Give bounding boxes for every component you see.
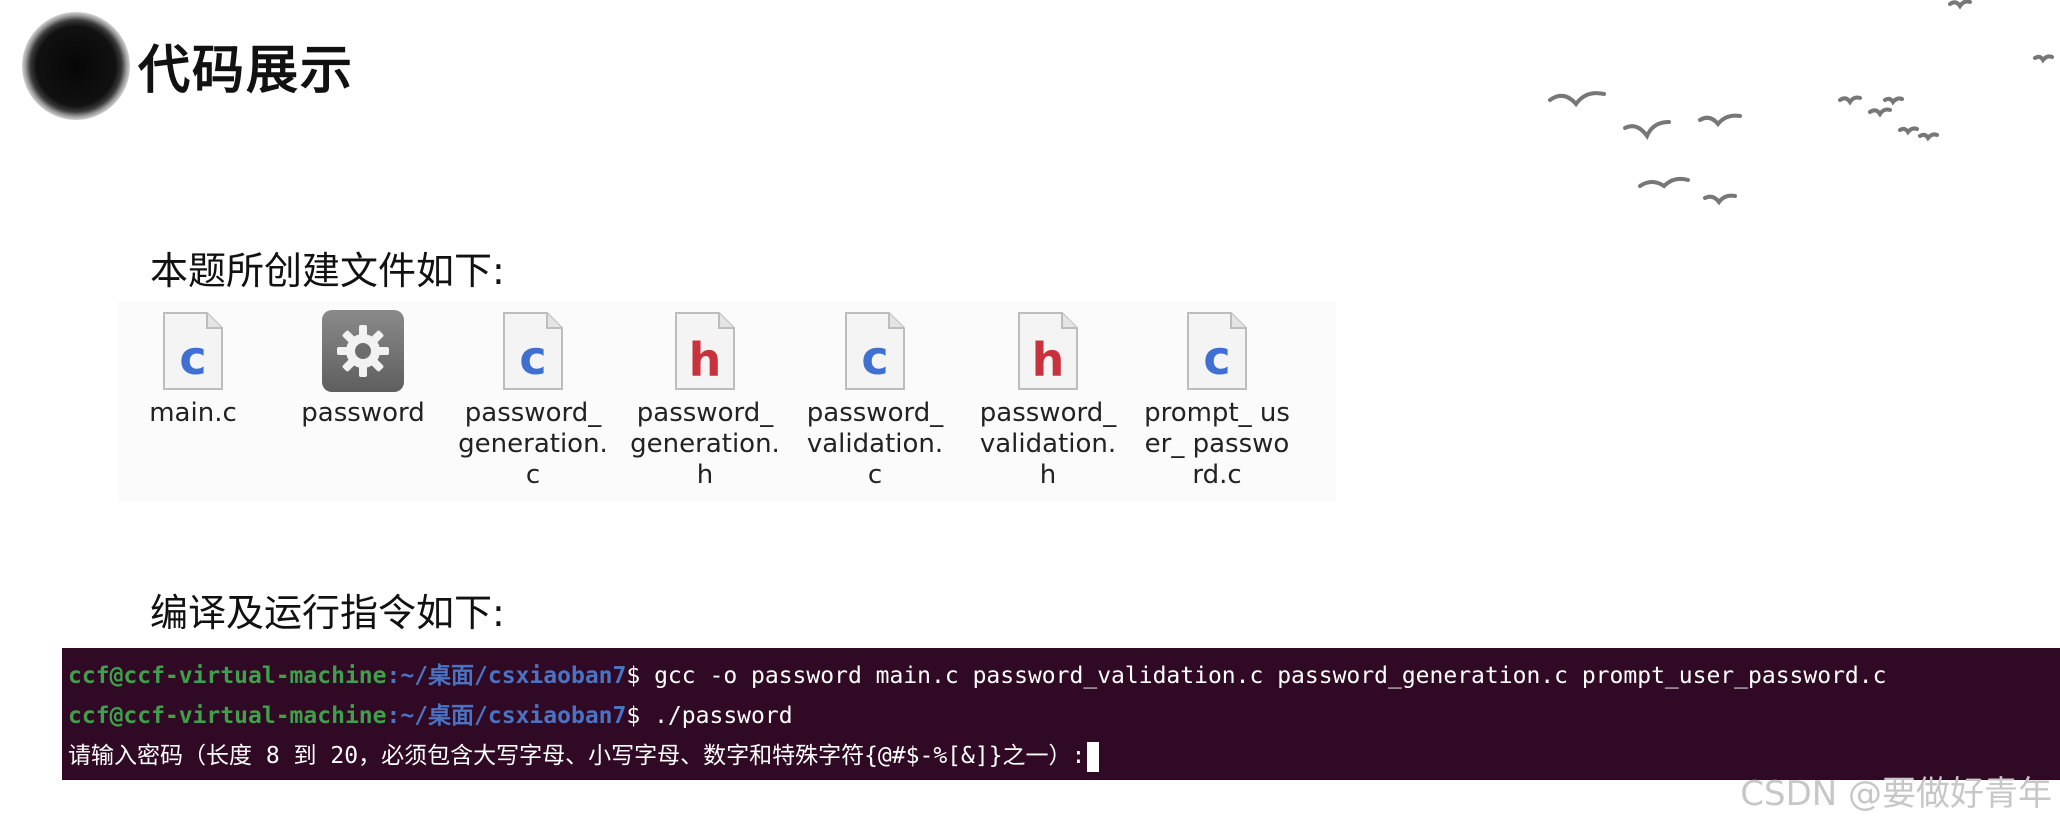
c-file-icon: c	[501, 310, 565, 392]
file-name: password_ validation.h	[979, 398, 1117, 490]
file-name: password_ generation. h	[630, 398, 780, 490]
c-file-icon: c	[843, 310, 907, 392]
svg-text:c: c	[861, 331, 888, 385]
terminal-line-1: ccf@ccf-virtual-machine:~/桌面/csxiaoban7$…	[68, 656, 2060, 696]
h-file-icon: h	[1016, 310, 1080, 392]
svg-text:c: c	[179, 331, 206, 385]
files-section-label: 本题所创建文件如下:	[150, 249, 505, 293]
prompt-symbol: $	[626, 663, 655, 689]
c-file-icon: c	[1185, 310, 1249, 392]
svg-text:h: h	[1032, 333, 1065, 387]
file-name: password_ validation.c	[806, 398, 944, 490]
file-item-password-generation-c[interactable]: c password_ generation. c	[458, 310, 608, 491]
prompt-symbol: $	[626, 703, 655, 729]
commands-section-label: 编译及运行指令如下:	[150, 591, 505, 635]
executable-gear-icon	[322, 310, 404, 392]
file-name: main.c	[149, 398, 237, 428]
file-item-password-generation-h[interactable]: h password_ generation. h	[630, 310, 780, 491]
svg-text:h: h	[689, 333, 722, 387]
file-browser-strip: c main.c password c password_ generation…	[118, 302, 1336, 502]
file-item-password[interactable]: password	[288, 310, 438, 429]
flying-birds-decoration	[1548, 0, 2054, 206]
terminal-window[interactable]: ccf@ccf-virtual-machine:~/桌面/csxiaoban7$…	[62, 648, 2060, 780]
file-name: prompt_ user_ password.c	[1144, 398, 1290, 490]
file-item-password-validation-c[interactable]: c password_ validation.c	[800, 310, 950, 491]
command-text: gcc -o password main.c password_validati…	[654, 663, 1887, 689]
page-title: 代码展示	[138, 41, 355, 101]
svg-text:c: c	[1203, 331, 1230, 385]
file-name: password_ generation. c	[458, 398, 608, 490]
svg-text:c: c	[519, 331, 546, 385]
terminal-cursor	[1087, 741, 1100, 772]
prompt-path: :~/桌面/csxiaoban7	[386, 703, 627, 729]
file-name: password	[301, 398, 425, 428]
prompt-path: :~/桌面/csxiaoban7	[386, 663, 627, 689]
prompt-user-host: ccf@ccf-virtual-machine	[68, 703, 387, 729]
terminal-line-2: ccf@ccf-virtual-machine:~/桌面/csxiaoban7$…	[68, 696, 2060, 736]
program-output: 请输入密码（长度 8 到 20，必须包含大写字母、小写字母、数字和特殊字符{@#…	[68, 743, 1086, 769]
c-file-icon: c	[161, 310, 225, 392]
ink-circle-logo	[22, 12, 130, 120]
prompt-user-host: ccf@ccf-virtual-machine	[68, 663, 387, 689]
file-item-prompt-user-password-c[interactable]: c prompt_ user_ password.c	[1142, 310, 1292, 491]
command-text: ./password	[654, 703, 793, 729]
csdn-watermark: CSDN @要做好青年	[1740, 774, 2052, 814]
file-item-password-validation-h[interactable]: h password_ validation.h	[973, 310, 1123, 491]
file-item-main-c[interactable]: c main.c	[118, 310, 268, 429]
h-file-icon: h	[673, 310, 737, 392]
